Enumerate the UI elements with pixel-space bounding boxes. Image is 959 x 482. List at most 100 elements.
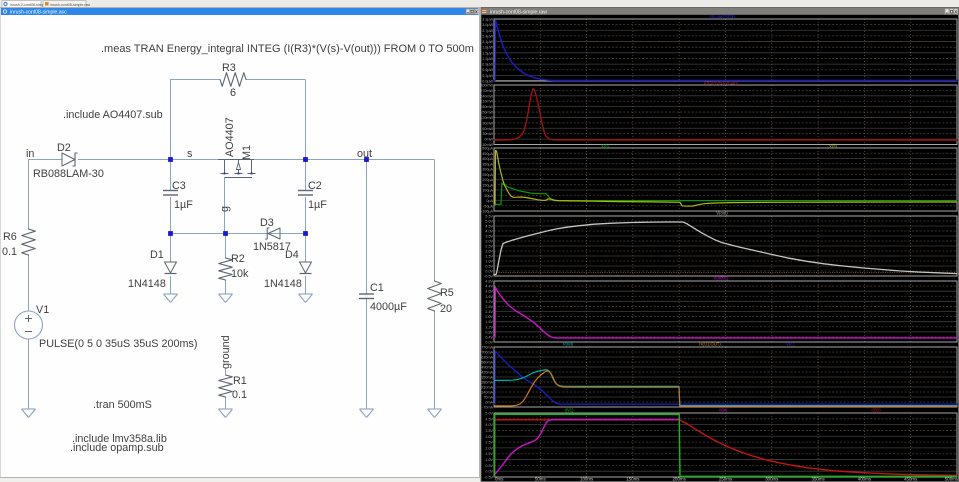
svg-text:V(ref): V(ref) xyxy=(563,342,574,347)
svg-text:inrush-cont08-simple.asc: inrush-cont08-simple.asc xyxy=(10,9,67,15)
svg-text:450ms: 450ms xyxy=(904,477,918,482)
svg-text:RB088LAM-30: RB088LAM-30 xyxy=(33,168,104,180)
svg-text:inrush-cont08-simple.raw: inrush-cont08-simple.raw xyxy=(50,3,91,7)
svg-text:-70mA: -70mA xyxy=(482,406,493,410)
svg-text:6: 6 xyxy=(230,87,236,99)
svg-text:500ms: 500ms xyxy=(945,477,959,482)
svg-text:50ms: 50ms xyxy=(535,477,547,482)
svg-text:560mA: 560mA xyxy=(481,361,493,365)
svg-text:60mW: 60mW xyxy=(482,127,493,131)
svg-text:1µF: 1µF xyxy=(174,199,193,211)
svg-text:4.0V: 4.0V xyxy=(485,423,493,427)
svg-text:0.9µW: 0.9µW xyxy=(482,63,493,67)
svg-text:250ms: 250ms xyxy=(719,477,733,482)
svg-text:0.1: 0.1 xyxy=(2,246,17,258)
svg-text:3.5V: 3.5V xyxy=(485,235,493,239)
svg-text:2.0V: 2.0V xyxy=(485,315,493,319)
svg-text:R6: R6 xyxy=(3,231,17,243)
svg-text:-100µA: -100µA xyxy=(481,210,494,214)
svg-text:D2: D2 xyxy=(57,142,71,154)
svg-text:D4: D4 xyxy=(285,249,299,261)
svg-text:150mW: 150mW xyxy=(480,111,493,115)
svg-text:4.5V: 4.5V xyxy=(485,225,493,229)
svg-text:270mW: 270mW xyxy=(480,89,493,93)
svg-text:2.4µW: 2.4µW xyxy=(482,34,493,38)
svg-text:V(s): V(s) xyxy=(829,143,837,148)
svg-text:50µA: 50µA xyxy=(484,194,493,198)
svg-text:ground: ground xyxy=(220,335,232,369)
svg-text:0.4V: 0.4V xyxy=(485,335,493,339)
svg-text:5.5V: 5.5V xyxy=(485,215,493,219)
svg-text:1µF: 1µF xyxy=(308,199,327,211)
svg-text:630mA: 630mA xyxy=(481,356,493,360)
svg-text:2.7µW: 2.7µW xyxy=(482,29,493,33)
svg-text:0.0V: 0.0V xyxy=(485,341,493,345)
svg-text:2.0V: 2.0V xyxy=(485,250,493,254)
svg-text:-0.5V: -0.5V xyxy=(484,275,493,279)
svg-text:150ms: 150ms xyxy=(626,477,640,482)
svg-text:3.0µW: 3.0µW xyxy=(482,23,493,27)
svg-text:280mA: 280mA xyxy=(481,381,493,385)
svg-text:0.0V: 0.0V xyxy=(485,270,493,274)
svg-text:350ms: 350ms xyxy=(812,477,826,482)
svg-text:s: s xyxy=(187,148,193,160)
svg-text:3.3µW: 3.3µW xyxy=(482,18,493,22)
svg-text:20: 20 xyxy=(440,303,452,315)
svg-text:3.2V: 3.2V xyxy=(485,300,493,304)
svg-text:V(out): V(out) xyxy=(716,211,728,216)
svg-text:Ix(U1:OUT): Ix(U1:OUT) xyxy=(699,342,721,347)
svg-text:.tran 500mS: .tran 500mS xyxy=(93,399,152,411)
svg-text:2.8V: 2.8V xyxy=(485,305,493,309)
svg-text:V1: V1 xyxy=(36,304,49,316)
svg-text:1.5µW: 1.5µW xyxy=(482,51,493,55)
svg-text:4.0V: 4.0V xyxy=(485,230,493,234)
svg-text:0.5V: 0.5V xyxy=(485,265,493,269)
svg-text:70mA: 70mA xyxy=(483,396,493,400)
svg-text:I(D2): I(D2) xyxy=(871,408,881,413)
svg-text:.include opamp.sub: .include opamp.sub xyxy=(70,442,164,454)
svg-text:0.1: 0.1 xyxy=(232,389,247,401)
svg-text:250µA: 250µA xyxy=(482,173,493,177)
svg-text:V(c): V(c) xyxy=(786,342,794,347)
svg-text:V(in): V(in) xyxy=(719,408,728,413)
svg-text:V(n001): V(n001) xyxy=(714,276,730,281)
svg-text:0µA: 0µA xyxy=(486,199,493,203)
svg-text:240mW: 240mW xyxy=(480,94,493,98)
svg-text:180mW: 180mW xyxy=(480,105,493,109)
svg-text:out: out xyxy=(357,148,372,160)
svg-text:210mW: 210mW xyxy=(480,100,493,104)
svg-text:100ms: 100ms xyxy=(580,477,594,482)
svg-text:inrush-cont08-simple.raw: inrush-cont08-simple.raw xyxy=(490,9,547,15)
svg-text:300ms: 300ms xyxy=(765,477,779,482)
svg-text:400µA: 400µA xyxy=(482,157,493,161)
svg-text:1N4148: 1N4148 xyxy=(264,278,302,290)
svg-text:-50µA: -50µA xyxy=(483,204,493,208)
svg-text:AO4407: AO4407 xyxy=(224,117,236,157)
svg-text:770mA: 770mA xyxy=(481,346,493,350)
svg-text:490mA: 490mA xyxy=(481,366,493,370)
svg-text:3.0V: 3.0V xyxy=(485,435,493,439)
svg-text:0.5V: 0.5V xyxy=(485,464,493,468)
svg-text:R1: R1 xyxy=(233,375,247,387)
svg-text:1.2V: 1.2V xyxy=(485,325,493,329)
svg-text:300mW: 300mW xyxy=(480,84,493,88)
svg-text:V(g): V(g) xyxy=(601,143,610,148)
svg-text:2.5V: 2.5V xyxy=(485,245,493,249)
svg-text:R2: R2 xyxy=(231,253,245,265)
svg-text:in: in xyxy=(26,148,34,160)
svg-text:1.8µW: 1.8µW xyxy=(482,46,493,50)
svg-text:4000µF: 4000µF xyxy=(370,301,407,313)
svg-text:.include AO4407.sub: .include AO4407.sub xyxy=(63,109,163,121)
svg-text:3.6V: 3.6V xyxy=(485,295,493,299)
svg-text:4.4V: 4.4V xyxy=(485,285,493,289)
svg-text:R5: R5 xyxy=(440,287,454,299)
svg-text:10k: 10k xyxy=(231,268,249,280)
svg-text:1.0V: 1.0V xyxy=(485,458,493,462)
svg-text:0.8V: 0.8V xyxy=(485,330,493,334)
svg-text:V(s,out)*I(R3): V(s,out)*I(R3) xyxy=(709,14,735,19)
svg-text:4.8V: 4.8V xyxy=(485,280,493,284)
svg-text:140mA: 140mA xyxy=(481,391,493,395)
svg-text:1.5V: 1.5V xyxy=(485,255,493,259)
svg-text:1N4148: 1N4148 xyxy=(128,278,166,290)
svg-text:1.0V: 1.0V xyxy=(485,260,493,264)
